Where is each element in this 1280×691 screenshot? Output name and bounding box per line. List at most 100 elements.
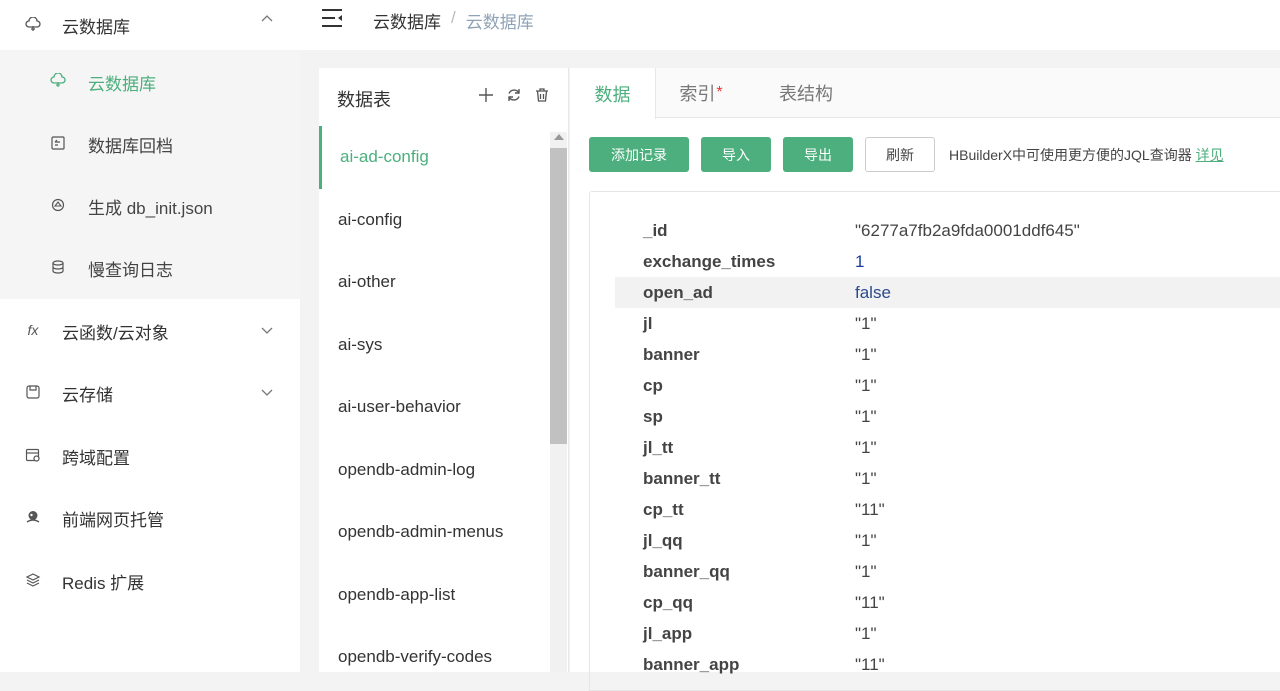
add-record-button[interactable]: 添加记录 (589, 137, 689, 172)
tab-label: 数据 (594, 84, 631, 105)
table-list-panel: 数据表 ai-ad-config ai-config ai-other ai-s… (319, 68, 569, 672)
field-row[interactable]: banner_qq "1" (615, 556, 1280, 587)
export-button[interactable]: 导出 (783, 137, 853, 172)
table-item[interactable]: ai-config (319, 189, 549, 252)
refresh-button[interactable]: 刷新 (865, 137, 935, 172)
sidebar-item-label: 跨域配置 (62, 449, 130, 468)
field-key: jl_app (643, 623, 693, 643)
import-button[interactable]: 导入 (701, 137, 771, 172)
sidebar-item-label: 云数据库 (88, 75, 156, 94)
tab-data[interactable]: 数据 (570, 68, 656, 119)
field-value: "6277a7fb2a9fda0001ddf645" (855, 220, 1080, 240)
field-row[interactable]: _id "6277a7fb2a9fda0001ddf645" (615, 215, 1280, 246)
field-row[interactable]: jl_app "1" (615, 618, 1280, 649)
tab-label: 索引 (679, 84, 716, 104)
field-value: "1" (855, 406, 877, 426)
table-item[interactable]: ai-ad-config (319, 126, 549, 189)
layers-icon (24, 571, 42, 589)
tab-label: 表结构 (779, 84, 833, 104)
sidebar: 云数据库 云数据库 数据库回档 生成 db_init.json 慢查询日志 fx… (0, 0, 300, 672)
nav-group-cloud-db[interactable]: 云数据库 (0, 0, 300, 50)
sidebar-item-cloud-storage[interactable]: 云存储 (0, 361, 300, 423)
field-key: jl (643, 313, 653, 333)
field-value: "1" (855, 375, 877, 395)
refresh-tables-button[interactable] (505, 86, 523, 104)
delete-table-button[interactable] (533, 86, 551, 104)
field-value: "1" (855, 344, 877, 364)
chevron-down-icon (261, 389, 273, 396)
plus-icon (479, 88, 493, 102)
field-row[interactable]: banner_tt "1" (615, 463, 1280, 494)
field-row[interactable]: open_ad false (615, 277, 1280, 308)
sidebar-item-web-hosting[interactable]: 前端网页托管 (0, 486, 300, 548)
table-item[interactable]: ai-sys (319, 314, 549, 377)
sidebar-item-cors-config[interactable]: 跨域配置 (0, 424, 300, 486)
breadcrumb: 云数据库 / 云数据库 (373, 8, 534, 33)
scroll-up-arrow-icon[interactable] (554, 134, 564, 140)
sidebar-item-gen-db-init[interactable]: 生成 db_init.json (0, 174, 300, 236)
sidebar-item-slow-query-log[interactable]: 慢查询日志 (0, 236, 300, 298)
record-card: _id "6277a7fb2a9fda0001ddf645" exchange_t… (589, 191, 1280, 691)
scrollbar[interactable] (550, 132, 567, 672)
cors-icon (24, 446, 42, 464)
field-key: banner (643, 344, 700, 364)
tab-bar: 数据 索引 * 表结构 (570, 68, 1280, 119)
field-row[interactable]: jl_tt "1" (615, 432, 1280, 463)
menu-fold-icon[interactable] (320, 7, 344, 29)
field-key: _id (643, 220, 668, 240)
storage-icon (24, 383, 42, 401)
field-row[interactable]: banner "1" (615, 339, 1280, 370)
jql-details-link[interactable]: 详见 (1196, 147, 1224, 163)
field-key: jl_qq (643, 530, 683, 550)
tab-index[interactable]: 索引 * (656, 68, 746, 118)
table-item[interactable]: opendb-admin-menus (319, 501, 549, 564)
sidebar-item-db-rollback[interactable]: 数据库回档 (0, 112, 300, 174)
table-item[interactable]: ai-other (319, 251, 549, 314)
field-key: cp_tt (643, 499, 684, 519)
cloud-db-icon (24, 16, 42, 34)
sidebar-item-label: 数据库回档 (88, 137, 173, 156)
trash-icon (536, 88, 548, 102)
table-list-title: 数据表 (337, 90, 391, 110)
nav-group-label: 云数据库 (62, 17, 130, 37)
add-table-button[interactable] (477, 86, 495, 104)
table-item[interactable]: ai-user-behavior (319, 376, 549, 439)
top-bar: 云数据库 / 云数据库 (300, 0, 1280, 50)
tab-schema[interactable]: 表结构 (758, 68, 854, 118)
field-row[interactable]: banner_app "11" (615, 649, 1280, 680)
field-row[interactable]: jl "1" (615, 308, 1280, 339)
table-item[interactable]: opendb-verify-codes (319, 626, 549, 689)
field-key: banner_qq (643, 561, 730, 581)
field-value: "1" (855, 530, 877, 550)
field-key: open_ad (643, 282, 713, 302)
breadcrumb-item[interactable]: 云数据库 (373, 8, 441, 33)
table-list-actions (477, 86, 551, 104)
sidebar-item-redis[interactable]: Redis 扩展 (0, 549, 300, 611)
field-key: cp (643, 375, 663, 395)
hosting-icon (24, 508, 42, 526)
cloud-icon (50, 73, 66, 89)
field-row[interactable]: cp_qq "11" (615, 587, 1280, 618)
field-row[interactable]: cp_tt "11" (615, 494, 1280, 525)
field-value: "1" (855, 437, 877, 457)
table-item[interactable]: opendb-admin-log (319, 439, 549, 502)
generate-icon (50, 197, 66, 213)
function-icon: fx (27, 322, 39, 338)
field-row[interactable]: exchange_times 1 (615, 246, 1280, 277)
field-row[interactable]: sp "1" (615, 401, 1280, 432)
sidebar-item-label: 生成 db_init.json (88, 199, 213, 218)
field-row[interactable]: cp "1" (615, 370, 1280, 401)
sub-menu: 云数据库 数据库回档 生成 db_init.json 慢查询日志 (0, 50, 300, 299)
field-value: "1" (855, 561, 877, 581)
table-item[interactable]: opendb-app-list (319, 564, 549, 627)
scrollbar-thumb[interactable] (550, 148, 567, 444)
chevron-down-icon (261, 327, 273, 334)
sidebar-item-cloud-functions[interactable]: fx 云函数/云对象 (0, 299, 300, 361)
sidebar-item-cloud-db[interactable]: 云数据库 (0, 50, 300, 112)
field-value: 1 (855, 251, 865, 271)
field-row[interactable]: jl_qq "1" (615, 525, 1280, 556)
field-key: cp_qq (643, 592, 694, 612)
field-key: sp (643, 406, 663, 426)
field-value: false (855, 282, 891, 302)
table-list: ai-ad-config ai-config ai-other ai-sys a… (319, 126, 549, 689)
